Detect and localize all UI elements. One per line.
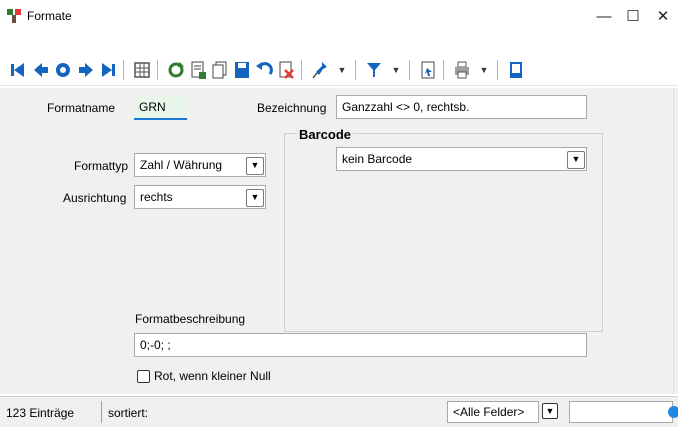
pin-icon[interactable]: [310, 59, 330, 81]
toolbar-separator: [497, 60, 498, 80]
chevron-down-icon[interactable]: ▼: [567, 151, 585, 169]
close-window-icon[interactable]: [506, 59, 526, 81]
formatname-label: Formatname: [47, 101, 116, 115]
chevron-down-icon[interactable]: ▼: [542, 403, 558, 419]
toolbar-separator: [409, 60, 410, 80]
minimize-button[interactable]: —: [592, 6, 616, 28]
toolbar: ▼ ▼ ▼: [0, 56, 678, 86]
print-dropdown-icon[interactable]: ▼: [474, 59, 494, 81]
filter-icon[interactable]: [364, 59, 384, 81]
barcode-group-label: Barcode: [297, 127, 354, 142]
table-view-icon[interactable]: [132, 59, 152, 81]
rot-checkbox-label[interactable]: Rot, wenn kleiner Null: [154, 369, 271, 383]
delete-icon[interactable]: [276, 59, 296, 81]
print-icon[interactable]: [452, 59, 472, 81]
globe-icon[interactable]: [667, 405, 678, 419]
chevron-down-icon[interactable]: ▼: [246, 157, 264, 175]
field-filter-select[interactable]: <Alle Felder>: [447, 401, 539, 423]
formattyp-select-value: Zahl / Währung: [140, 158, 223, 172]
ausrichtung-select-value: rechts: [140, 190, 173, 204]
last-record-icon[interactable]: [98, 59, 118, 81]
pin-dropdown-icon[interactable]: ▼: [332, 59, 352, 81]
formatbeschreibung-label: Formatbeschreibung: [135, 312, 246, 326]
field-filter-value: <Alle Felder>: [453, 405, 525, 419]
formattyp-select[interactable]: Zahl / Währung ▼: [134, 153, 266, 177]
app-icon: [7, 9, 21, 23]
toolbar-separator: [301, 60, 302, 80]
toolbar-separator: [123, 60, 124, 80]
copy-record-icon[interactable]: [210, 59, 230, 81]
first-record-icon[interactable]: [8, 59, 28, 81]
save-icon[interactable]: [232, 59, 252, 81]
new-record-icon[interactable]: [188, 59, 208, 81]
formatname-input[interactable]: GRN: [134, 96, 187, 120]
search-input[interactable]: [569, 401, 673, 423]
status-divider: [101, 401, 102, 423]
formattyp-label: Formattyp: [74, 159, 129, 173]
record-count: 123 Einträge: [6, 406, 75, 420]
barcode-select-value: kein Barcode: [342, 152, 413, 166]
window-title: Formate: [27, 9, 72, 23]
filter-dropdown-icon[interactable]: ▼: [386, 59, 406, 81]
document-icon[interactable]: [418, 59, 438, 81]
title-bar: Formate — ☐ ✕: [0, 0, 678, 34]
vertical-scrollbar[interactable]: [673, 88, 678, 394]
previous-record-icon[interactable]: [31, 59, 51, 81]
bezeichnung-label: Bezeichnung: [257, 101, 327, 115]
rot-checkbox[interactable]: [137, 370, 150, 383]
sort-label: sortiert:: [108, 406, 149, 420]
formatbeschreibung-input[interactable]: 0;-0; ;: [134, 333, 587, 357]
ausrichtung-select[interactable]: rechts ▼: [134, 185, 266, 209]
bezeichnung-input[interactable]: Ganzzahl <> 0, rechtsb.: [336, 95, 587, 119]
status-bar: 123 Einträge sortiert: <Alle Felder> ▼: [0, 396, 678, 427]
toolbar-separator: [157, 60, 158, 80]
barcode-select[interactable]: kein Barcode ▼: [336, 147, 587, 171]
refresh-icon[interactable]: [166, 59, 186, 81]
ausrichtung-label: Ausrichtung: [63, 191, 127, 205]
form-area: Formatname GRN Bezeichnung Ganzzahl <> 0…: [0, 88, 678, 394]
toolbar-separator: [443, 60, 444, 80]
chevron-down-icon[interactable]: ▼: [246, 189, 264, 207]
toolbar-separator: [355, 60, 356, 80]
maximize-button[interactable]: ☐: [621, 6, 645, 28]
search-icon[interactable]: [53, 59, 73, 81]
next-record-icon[interactable]: [76, 59, 96, 81]
undo-icon[interactable]: [254, 59, 274, 81]
close-button[interactable]: ✕: [651, 6, 675, 28]
